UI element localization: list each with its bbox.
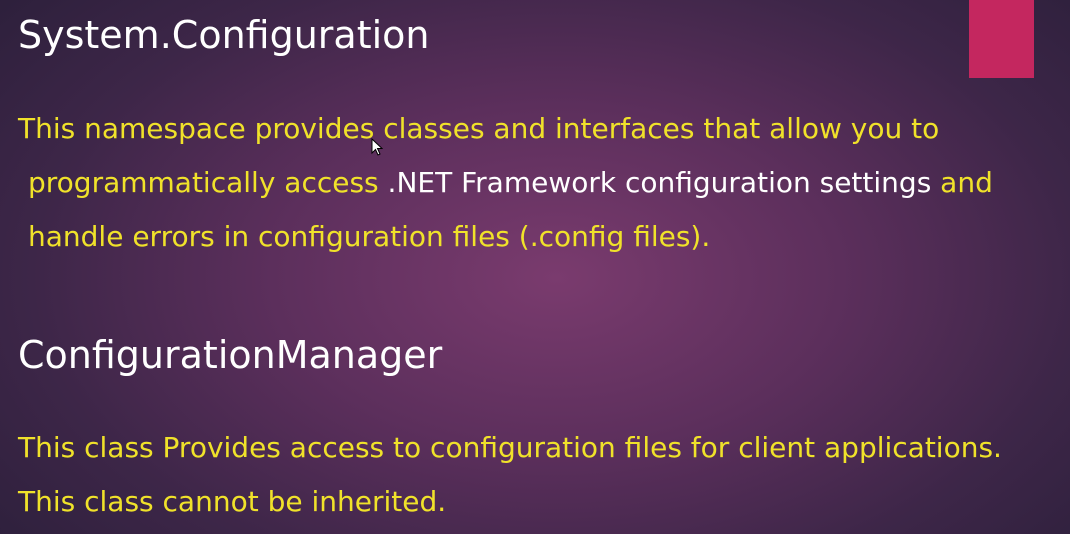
mouse-pointer-icon	[371, 138, 383, 156]
slide-heading-system-configuration: System.Configuration	[18, 13, 430, 57]
class-description-line-2: This class cannot be inherited.	[18, 485, 447, 518]
namespace-description: This namespace provides classes and inte…	[18, 102, 993, 264]
namespace-description-line-3: handle errors in configuration files (.c…	[28, 220, 711, 253]
accent-block	[969, 0, 1034, 78]
namespace-description-highlight: .NET Framework configuration settings	[387, 166, 932, 199]
namespace-description-line-1: This namespace provides classes and inte…	[18, 112, 940, 145]
slide-heading-configuration-manager: ConfigurationManager	[18, 333, 443, 377]
namespace-description-line-2-start: programmatically access	[28, 166, 388, 199]
class-description: This class Provides access to configurat…	[18, 421, 1002, 529]
namespace-description-line-2-end: and	[931, 166, 993, 199]
class-description-line-1: This class Provides access to configurat…	[18, 431, 1002, 464]
namespace-description-line-2: programmatically access .NET Framework c…	[18, 156, 993, 210]
